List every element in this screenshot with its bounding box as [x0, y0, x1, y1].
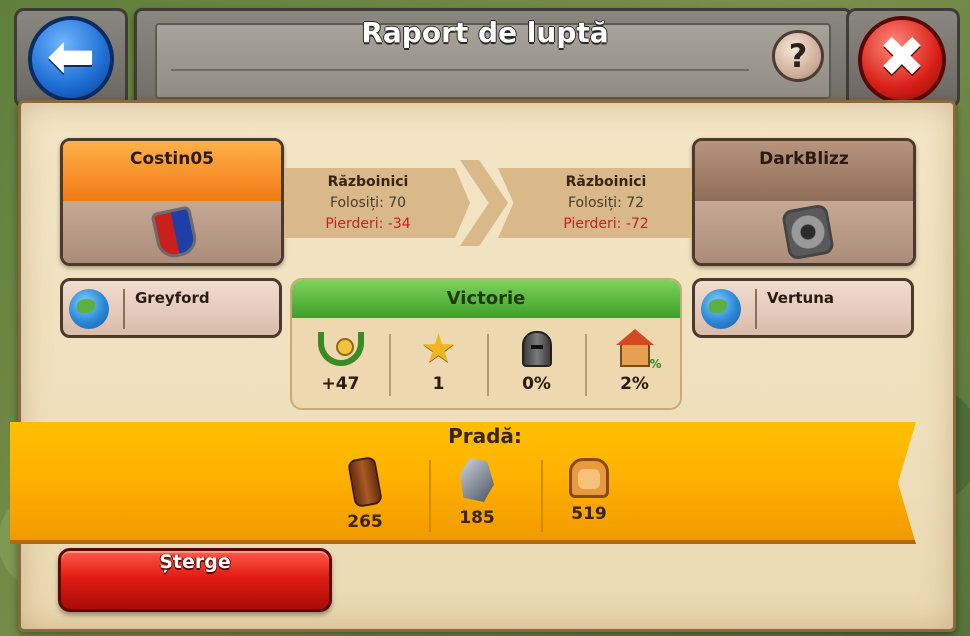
- attacker-troops-losses: Pierderi: -34: [325, 216, 411, 232]
- attacker-troops: Războinici Folosiți: 70 Pierderi: -34: [278, 172, 458, 235]
- loot-title: Pradă:: [448, 424, 522, 448]
- food-icon: [569, 458, 609, 498]
- close-button[interactable]: ✖: [858, 16, 946, 104]
- defender-troops: Războinici Folosiți: 72 Pierderi: -72: [516, 172, 696, 235]
- globe-icon: [701, 289, 741, 329]
- castle-divider: [755, 289, 757, 329]
- loot-food: 519: [544, 458, 634, 524]
- stone-icon: [460, 458, 494, 502]
- defense-shield-icon: [781, 203, 835, 261]
- page-title: Raport de luptă: [361, 16, 609, 49]
- defender-troops-label: Războinici: [565, 174, 647, 190]
- attacker-name: Costin05: [63, 141, 281, 201]
- loot-value: 265: [347, 512, 383, 532]
- delete-button[interactable]: Șterge: [58, 548, 332, 612]
- stat-value: 1: [432, 374, 445, 394]
- defender-name: DarkBlizz: [695, 141, 913, 201]
- attacker-castle[interactable]: Greyford: [60, 278, 282, 338]
- stat-value: 0%: [522, 374, 551, 394]
- loot-wood: 265: [320, 455, 410, 532]
- attacker-troops-used: Folosiți: 70: [329, 195, 407, 211]
- help-button[interactable]: ?: [772, 30, 824, 82]
- loot-divider: [541, 460, 543, 532]
- loot-value: 185: [459, 508, 495, 528]
- defender-castle-name: Vertuna: [767, 289, 835, 307]
- attack-shield-icon: [150, 205, 200, 261]
- attacker-castle-name: Greyford: [135, 289, 210, 307]
- stat-value: +47: [321, 374, 360, 394]
- loot-value: 519: [571, 504, 607, 524]
- defender-castle[interactable]: Vertuna: [692, 278, 914, 338]
- castle-divider: [123, 289, 125, 329]
- globe-icon: [69, 289, 109, 329]
- close-icon: ✖: [878, 25, 926, 90]
- attacker-troops-label: Războinici: [327, 174, 409, 190]
- house-icon: [615, 329, 662, 371]
- stat-honor: +47: [292, 328, 389, 394]
- loot-divider: [429, 460, 431, 532]
- stat-glory: ★ 1: [390, 328, 487, 394]
- result-label: Victorie: [292, 280, 680, 318]
- loot-stone: 185: [432, 458, 522, 528]
- laurel-icon: [317, 332, 364, 366]
- attacker-card[interactable]: Costin05: [60, 138, 284, 266]
- header-divider: [171, 69, 749, 71]
- wood-icon: [347, 455, 383, 509]
- stat-value: 2%: [620, 374, 649, 394]
- stat-building: 2%: [586, 328, 680, 394]
- helmet-icon: [521, 331, 552, 367]
- defender-troops-losses: Pierderi: -72: [563, 216, 649, 232]
- stat-armor: 0%: [488, 328, 585, 394]
- attacker-shield-area: [63, 201, 281, 263]
- defender-troops-used: Folosiți: 72: [567, 195, 645, 211]
- star-icon: ★: [420, 326, 457, 372]
- defender-shield-area: [695, 201, 913, 263]
- result-panel: Victorie +47 ★ 1 0% 2%: [290, 278, 682, 410]
- defender-card[interactable]: DarkBlizz: [692, 138, 916, 266]
